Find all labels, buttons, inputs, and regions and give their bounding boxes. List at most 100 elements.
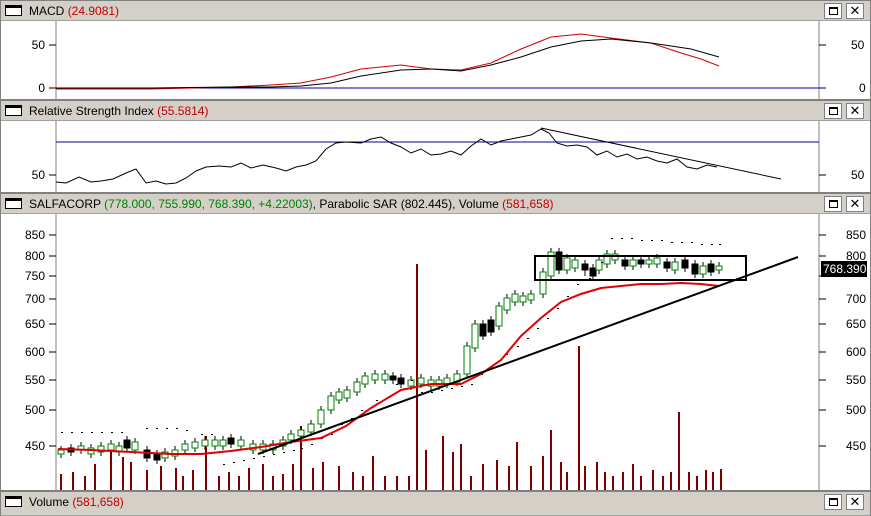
sar-dot	[211, 434, 213, 435]
candle-body	[581, 263, 589, 271]
candle-body	[681, 259, 689, 269]
maximize-button[interactable]	[824, 196, 842, 212]
candle-body	[629, 259, 637, 267]
rsi-titlebar[interactable]: Relative Strength Index (55.5814) ✕	[1, 101, 870, 121]
price-axis-label: 450	[846, 439, 866, 453]
price-axis-label: 750	[25, 269, 45, 283]
sar-dot	[461, 386, 463, 387]
maximize-icon	[828, 200, 838, 208]
candle-body	[107, 443, 115, 451]
sar-dot	[293, 450, 295, 451]
candle-body	[227, 437, 235, 445]
window-menu-icon[interactable]	[5, 496, 22, 507]
sar-dot	[81, 432, 83, 433]
price-axis-label: 850	[846, 228, 866, 242]
maximize-button[interactable]	[824, 3, 842, 19]
macd-chart: 50 0 50 0	[32, 21, 866, 99]
candle-body	[327, 395, 335, 411]
sar-dot	[537, 328, 539, 329]
candle-body	[715, 265, 723, 271]
price-axis-label: 800	[25, 249, 45, 263]
volume-titlebar[interactable]: Volume (581,658) ✕	[1, 492, 870, 516]
macd-axis-label: 0	[38, 81, 45, 95]
candle-body	[307, 423, 315, 433]
candle-body	[397, 377, 405, 385]
candle-body	[487, 319, 495, 333]
sar-dot	[233, 462, 235, 463]
candle-body	[237, 439, 245, 447]
candle-body	[471, 323, 479, 349]
candle-body	[663, 261, 671, 269]
macd-titlebar[interactable]: MACD (24.9081) ✕	[1, 1, 870, 21]
candle-body	[479, 323, 487, 337]
parabolic-sar-dots	[61, 238, 721, 465]
price-axis-label: 550	[846, 373, 866, 387]
sar-dot	[691, 242, 693, 243]
sar-dot	[719, 244, 721, 245]
close-button[interactable]: ✕	[846, 103, 864, 119]
rsi-title: Relative Strength Index (55.5814)	[29, 104, 209, 118]
candle-body	[57, 449, 65, 455]
sar-dot	[121, 432, 123, 433]
sar-dot	[681, 242, 683, 243]
sar-dot	[631, 238, 633, 239]
candle-body	[571, 259, 579, 269]
close-button[interactable]: ✕	[846, 196, 864, 212]
sar-dot	[311, 444, 313, 445]
candle-body	[645, 259, 653, 265]
sar-dot	[146, 428, 148, 429]
sar-dot	[567, 296, 569, 297]
macd-title: MACD (24.9081)	[29, 4, 120, 18]
rsi-panel: Relative Strength Index (55.5814) ✕ 50 5…	[0, 100, 871, 193]
sar-dot	[186, 430, 188, 431]
candle-body	[463, 345, 471, 375]
sar-dot	[517, 346, 519, 347]
macd-line	[56, 38, 720, 89]
sar-dot	[91, 432, 93, 433]
candle-body	[343, 389, 351, 399]
volume-title: Volume (581,658)	[29, 495, 124, 509]
price-chart: 850 850 800 800 750 700 700 650 650 600 600 550 550 5…	[25, 214, 867, 490]
maximize-button[interactable]	[824, 494, 842, 510]
candle-body	[671, 261, 679, 271]
price-axis-label: 800	[846, 249, 866, 263]
sar-dot	[547, 318, 549, 319]
sar-dot	[361, 410, 363, 411]
sar-dot	[376, 400, 378, 401]
window-menu-icon[interactable]	[5, 5, 22, 16]
window-menu-icon[interactable]	[5, 105, 22, 116]
close-button[interactable]: ✕	[846, 3, 864, 19]
candle-body	[153, 453, 161, 461]
rsi-axis-label: 50	[32, 168, 46, 182]
price-axis-label: 850	[25, 228, 45, 242]
macd-axis-label: 0	[859, 81, 866, 95]
price-axis-label: 450	[25, 439, 45, 453]
sar-dot	[589, 278, 591, 279]
sar-dot	[71, 432, 73, 433]
candle-body	[131, 441, 139, 451]
candle-body	[201, 439, 209, 447]
sar-dot	[166, 428, 168, 429]
price-axis-label: 650	[25, 317, 45, 331]
candle-body	[555, 251, 563, 271]
candle-body	[707, 263, 715, 273]
price-axis-label: 500	[846, 403, 866, 417]
candle-body	[637, 259, 645, 265]
price-panel: SALFACORP (778.000, 755.990, 768.390, +4…	[0, 193, 871, 491]
candle-body	[699, 265, 707, 275]
candle-body	[389, 375, 397, 381]
window-menu-icon[interactable]	[5, 198, 22, 209]
candle-body	[563, 257, 571, 271]
maximize-icon	[828, 498, 838, 506]
candle-body	[317, 409, 325, 425]
close-button[interactable]: ✕	[846, 494, 864, 510]
candle-body	[181, 443, 189, 451]
sar-dot	[661, 240, 663, 241]
price-titlebar[interactable]: SALFACORP (778.000, 755.990, 768.390, +4…	[1, 194, 870, 214]
sar-dot	[601, 262, 603, 263]
maximize-button[interactable]	[824, 103, 842, 119]
macd-axis-label: 50	[851, 38, 865, 52]
rsi-axis-label: 50	[851, 168, 865, 182]
sar-dot	[641, 240, 643, 241]
sar-dot	[421, 392, 423, 393]
